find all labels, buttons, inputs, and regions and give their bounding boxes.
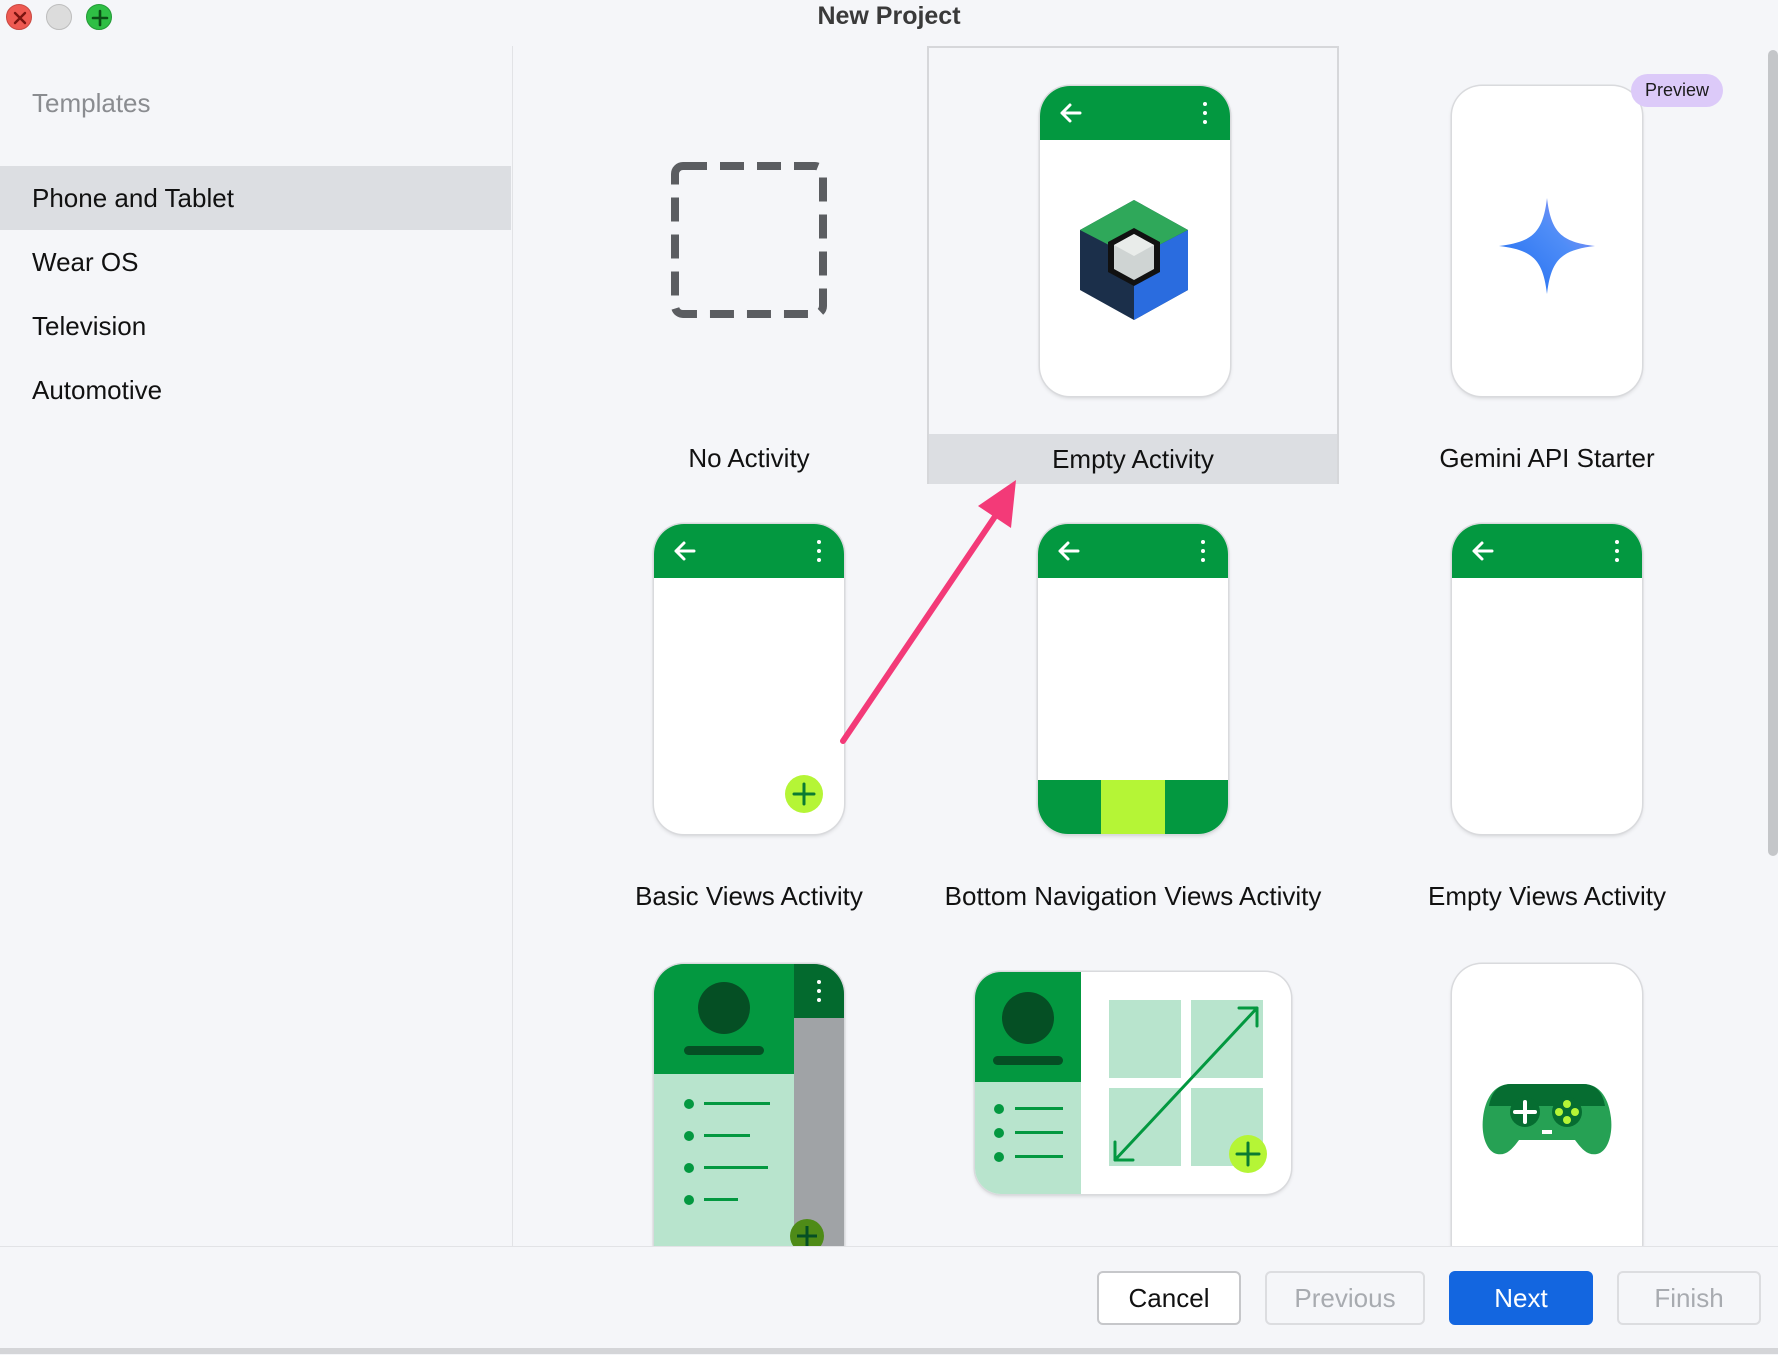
template-grid: No Activity Empty Activity Preview Gemin… (513, 46, 1753, 1246)
template-bottom-navigation-views-activity[interactable]: Bottom Navigation Views Activity (927, 486, 1339, 924)
responsive-layout-icon (975, 972, 1291, 1194)
compose-cube-icon (1080, 200, 1188, 320)
previous-button[interactable]: Previous (1265, 1271, 1425, 1325)
template-label: Empty Views Activity (1428, 881, 1666, 911)
template-label: No Activity (688, 443, 810, 473)
gemini-star-icon (1499, 198, 1595, 294)
bottom-nav-icon (1038, 780, 1228, 834)
back-arrow-icon (1472, 541, 1494, 561)
sidebar-item-phone-and-tablet[interactable]: Phone and Tablet (0, 166, 511, 230)
template-navigation-drawer[interactable] (543, 926, 955, 1246)
preview-badge: Preview (1630, 74, 1723, 107)
dashed-square-icon (671, 162, 827, 318)
template-label: Basic Views Activity (635, 881, 863, 911)
template-basic-views-activity[interactable]: Basic Views Activity (543, 486, 955, 924)
templates-heading: Templates (32, 88, 151, 118)
template-empty-views-activity[interactable]: Empty Views Activity (1341, 486, 1753, 924)
phone-preview (654, 524, 844, 834)
app-bar (1038, 524, 1228, 578)
sidebar-item-television[interactable]: Television (0, 294, 511, 358)
template-no-activity[interactable]: No Activity (543, 48, 955, 486)
template-responsive-layout[interactable] (927, 926, 1339, 1246)
template-game[interactable] (1341, 926, 1753, 1246)
blank-phone-icon (1452, 524, 1642, 834)
back-arrow-icon (1058, 541, 1080, 561)
bottom-edge (0, 1348, 1778, 1354)
template-label: Gemini API Starter (1439, 443, 1655, 473)
overflow-menu-icon (1203, 102, 1207, 124)
window-title: New Project (817, 2, 961, 30)
fab-plus-icon (785, 775, 823, 813)
back-arrow-icon (1060, 103, 1082, 123)
phone-preview (1452, 964, 1642, 1246)
app-bar (654, 524, 844, 578)
finish-button[interactable]: Finish (1617, 1271, 1761, 1325)
vertical-scrollbar[interactable] (1768, 50, 1778, 856)
templates-sidebar: Templates Phone and Tablet Wear OS Telev… (0, 46, 513, 1246)
template-label: Empty Activity (1052, 444, 1214, 474)
sidebar-item-automotive[interactable]: Automotive (0, 358, 511, 422)
app-bar (1040, 86, 1230, 140)
template-gemini-api-starter[interactable]: Preview Gemini API Starter (1341, 48, 1753, 486)
overflow-menu-icon (1201, 540, 1205, 562)
navigation-drawer-icon (654, 964, 844, 1246)
template-empty-activity[interactable]: Empty Activity (927, 46, 1339, 484)
back-arrow-icon (674, 541, 696, 561)
cancel-button[interactable]: Cancel (1097, 1271, 1241, 1325)
phone-preview (1040, 86, 1230, 396)
overflow-menu-icon (1615, 540, 1619, 562)
dialog-footer: Cancel Previous Next Finish (0, 1246, 1778, 1355)
template-label: Bottom Navigation Views Activity (944, 881, 1322, 911)
game-controller-icon (1482, 1084, 1612, 1155)
app-bar (1452, 524, 1642, 578)
sidebar-item-wear-os[interactable]: Wear OS (0, 230, 511, 294)
phone-preview (1452, 86, 1642, 396)
title-bar: New Project (0, 0, 1778, 34)
next-button[interactable]: Next (1449, 1271, 1593, 1325)
overflow-menu-icon (817, 540, 821, 562)
phone-preview (1038, 524, 1228, 834)
